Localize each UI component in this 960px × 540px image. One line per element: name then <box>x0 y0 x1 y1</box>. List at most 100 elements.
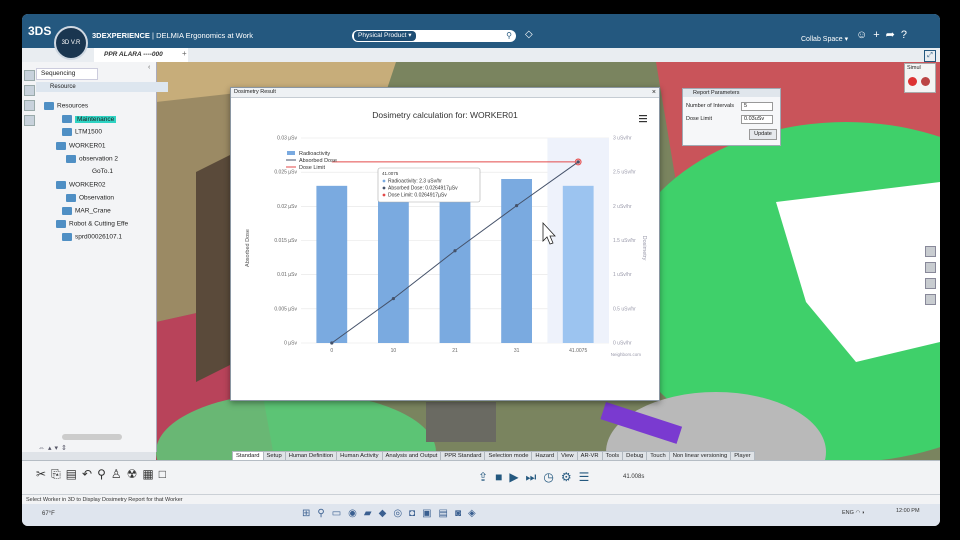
tree-expand-icon[interactable]: ⇔ <box>38 445 48 452</box>
scene-machine <box>426 402 496 442</box>
outlook-icon[interactable]: ◘ <box>409 508 422 519</box>
word-icon[interactable]: ▣ <box>422 508 438 519</box>
top-bar: 3DS 3DEXPERIENCE | DELMIA Ergonomics at … <box>22 14 940 48</box>
add-icon[interactable]: + <box>873 29 885 41</box>
update-button[interactable]: Update <box>749 129 777 140</box>
y-tick-label: 0.01 µSv <box>277 272 297 278</box>
tree-item-goto1[interactable]: GoTo.1 <box>92 168 113 175</box>
task-view-icon[interactable]: ▭ <box>332 508 348 519</box>
tree-item-resources[interactable]: Resources <box>44 102 88 110</box>
tree-tool-4-icon[interactable] <box>24 115 35 126</box>
document-tab-row: PPR ALARA ----000 + ⤢ <box>22 48 940 63</box>
x-axis-label: Neighbors.com <box>611 352 642 357</box>
tab-ppr-alara[interactable]: PPR ALARA ----000 <box>94 48 188 62</box>
collab-space-dropdown[interactable]: Collab Space ▾ <box>801 35 848 43</box>
dose-limit-input[interactable]: 0.03uSv <box>741 115 773 124</box>
help-icon[interactable]: ? <box>901 29 913 41</box>
worker-tool-icon[interactable]: ♙ <box>111 467 127 481</box>
point-absorbed-dose-2 <box>453 249 457 253</box>
chrome-icon[interactable]: ◎ <box>393 508 409 519</box>
bar-radioactivity-2 <box>439 185 471 343</box>
user-icon[interactable]: ☺ <box>856 29 873 41</box>
robot-icon <box>56 220 66 228</box>
volume-icon[interactable]: ◗ <box>862 510 865 516</box>
tree-item-mar-crane[interactable]: MAR_Crane <box>62 207 111 215</box>
share-icon[interactable]: ➦ <box>886 29 901 41</box>
tree-item-label: observation 2 <box>79 155 119 163</box>
app-3dx-icon[interactable]: ◈ <box>468 508 483 519</box>
3ds-logo-icon[interactable]: 3DS <box>28 24 51 38</box>
compass-widget[interactable]: 3D V.R <box>54 26 88 60</box>
export-icon[interactable]: ⇪ <box>478 470 495 484</box>
intervals-input[interactable]: 5 <box>741 102 773 111</box>
search-icon[interactable]: ⚲ <box>506 30 512 42</box>
app-title-rest: | DELMIA Ergonomics at Work <box>152 31 254 40</box>
taskbar-search-icon[interactable]: ⚲ <box>317 508 331 519</box>
heatmap-icon[interactable]: ▦ <box>142 467 158 481</box>
copy-icon[interactable]: ⎘ <box>51 467 66 481</box>
teams-icon[interactable]: ◆ <box>379 508 394 519</box>
bar-radioactivity-0 <box>316 185 348 343</box>
y-tick-label: 0 µSv <box>284 341 297 347</box>
list-icon[interactable]: ☰ <box>579 470 597 484</box>
undo-icon[interactable]: ↶ <box>82 467 97 481</box>
tree-horizontal-scrollbar[interactable] <box>62 434 122 440</box>
weather-widget[interactable]: 67°F <box>42 511 55 517</box>
explorer-icon[interactable]: ▰ <box>364 508 379 519</box>
right-tool-2-icon[interactable] <box>925 262 936 273</box>
tree-item-maintenance[interactable]: Maintenance <box>62 115 117 123</box>
color-swatch-icon[interactable]: □ <box>159 467 171 481</box>
radiation-icon[interactable]: ☢ <box>127 467 143 481</box>
new-tab-icon[interactable]: + <box>182 49 187 58</box>
tree-item-ltm1500[interactable]: LTM1500 <box>62 128 102 136</box>
tree-item-sprd[interactable]: sprd00026107.1 <box>62 233 122 241</box>
tree-item-label: GoTo.1 <box>92 168 113 175</box>
windows-taskbar: 67°F ⊞⚲▭◉▰◆◎◘▣▤◙◈ ENG ◠ ◗ 12:00 PM <box>22 504 940 526</box>
tree-tool-3-icon[interactable] <box>24 100 35 111</box>
tree-header-resource[interactable]: Resource <box>36 82 168 92</box>
taskbar-clock[interactable]: 12:00 PM <box>896 508 920 514</box>
stop-icon[interactable]: ■ <box>495 470 509 484</box>
paste-icon[interactable]: ▤ <box>66 467 82 481</box>
powerpoint-icon[interactable]: ◙ <box>455 508 468 519</box>
zoom-icon[interactable]: ⚲ <box>97 467 111 481</box>
edge-icon[interactable]: ◉ <box>348 508 364 519</box>
tag-icon[interactable]: ◇ <box>525 29 533 40</box>
tree-item-worker01[interactable]: WORKER01 <box>56 142 105 150</box>
action-bar-tools: ✂⎘▤↶⚲♙☢▦□ <box>36 467 171 482</box>
fit-all-icon[interactable]: ⤢ <box>924 50 936 62</box>
tray-lang[interactable]: ENG <box>842 510 854 516</box>
search-input[interactable]: Physical Product ▾ ⚲ <box>352 30 516 42</box>
player-controls: ⇪■▶⏭◷⚙☰ <box>478 470 596 485</box>
play-icon[interactable]: ▶ <box>509 470 525 484</box>
close-icon[interactable]: × <box>652 88 656 97</box>
search-type-dropdown[interactable]: Physical Product ▾ <box>354 31 416 41</box>
right-tool-3-icon[interactable] <box>925 278 936 289</box>
speed-icon[interactable]: ◷ <box>543 470 560 484</box>
excel-icon[interactable]: ▤ <box>439 508 455 519</box>
tree-item-observation-2[interactable]: observation 2 <box>66 155 118 163</box>
chart-menu-icon[interactable] <box>639 115 647 123</box>
settings-icon[interactable]: ⚙ <box>561 470 579 484</box>
y-tick-label: 0.02 µSv <box>277 204 297 210</box>
target-icon[interactable] <box>921 77 930 86</box>
wifi-icon[interactable]: ◠ <box>855 510 860 516</box>
tab-sequencing[interactable]: Sequencing <box>36 68 98 80</box>
tree-item-robot-cutting[interactable]: Robot & Cutting Effe <box>56 220 128 228</box>
step-forward-icon[interactable]: ⏭ <box>526 470 544 484</box>
tree-item-worker02[interactable]: WORKER02 <box>56 181 105 189</box>
simul-label: Simul <box>907 65 921 71</box>
right-tool-4-icon[interactable] <box>925 294 936 305</box>
record-icon[interactable] <box>908 77 917 86</box>
tree-close-icon[interactable]: ‹ <box>148 64 150 71</box>
windows-start-icon[interactable]: ⊞ <box>302 508 317 519</box>
y-tick-label: 0.015 µSv <box>274 238 297 244</box>
tree-item-label: LTM1500 <box>75 128 102 136</box>
tree-collapse-icon[interactable]: ⇕ <box>61 445 70 452</box>
specification-tree-panel: Sequencing ‹ Resource Resources Maintena… <box>22 62 168 452</box>
tree-tool-2-icon[interactable] <box>24 85 35 96</box>
tree-tool-1-icon[interactable] <box>24 70 35 81</box>
cut-icon[interactable]: ✂ <box>36 467 51 481</box>
tree-item-observation[interactable]: Observation <box>66 194 114 202</box>
right-tool-1-icon[interactable] <box>925 246 936 257</box>
